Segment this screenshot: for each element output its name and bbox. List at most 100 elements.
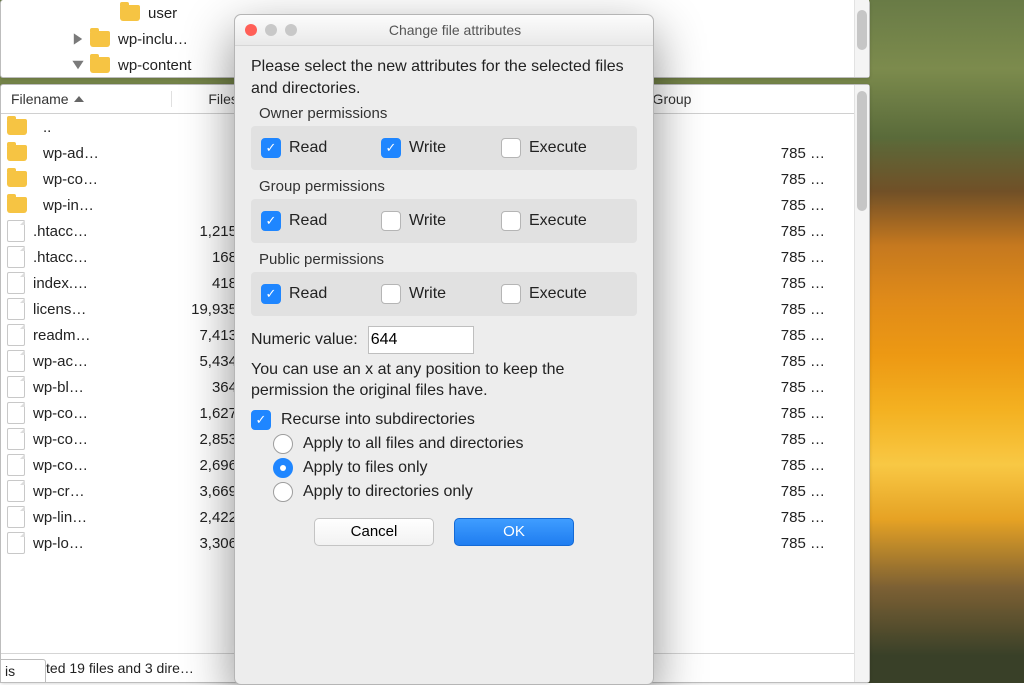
file-name: wp-co… xyxy=(33,405,88,422)
list-scrollbar[interactable] xyxy=(854,85,869,682)
disclosure-right-icon xyxy=(71,32,85,46)
permission-label: Execute xyxy=(529,139,587,157)
ok-button[interactable]: OK xyxy=(454,518,574,546)
file-name: .htacc… xyxy=(33,223,88,240)
numeric-hint: You can use an x at any position to keep… xyxy=(251,360,637,402)
checkbox[interactable] xyxy=(501,138,521,158)
file-name: readm… xyxy=(33,327,91,344)
checkbox[interactable] xyxy=(261,211,281,231)
permission-group: Read Write Execute xyxy=(251,272,637,316)
permission-exec-option[interactable]: Execute xyxy=(501,138,621,158)
recurse-checkbox[interactable] xyxy=(251,410,271,430)
window-minimize-icon xyxy=(265,24,277,36)
apply-option[interactable]: Apply to directories only xyxy=(273,482,637,502)
apply-option[interactable]: Apply to files only xyxy=(273,458,637,478)
radio-button[interactable] xyxy=(273,482,293,502)
file-icon xyxy=(7,220,25,242)
cancel-button[interactable]: Cancel xyxy=(314,518,434,546)
permission-label: Write xyxy=(409,212,446,230)
apply-option[interactable]: Apply to all files and directories xyxy=(273,434,637,454)
checkbox[interactable] xyxy=(501,211,521,231)
checkbox[interactable] xyxy=(381,284,401,304)
file-icon xyxy=(7,298,25,320)
apply-option-label: Apply to files only xyxy=(303,459,428,477)
permission-write-option[interactable]: Write xyxy=(381,284,501,304)
tree-item-label: wp-inclu… xyxy=(118,31,188,48)
file-name: .htacc… xyxy=(33,249,88,266)
numeric-value-input[interactable] xyxy=(368,326,474,354)
file-name: wp-ac… xyxy=(33,353,88,370)
dialog-instruction: Please select the new attributes for the… xyxy=(251,56,637,99)
permission-exec-option[interactable]: Execute xyxy=(501,211,621,231)
recurse-label: Recurse into subdirectories xyxy=(281,411,475,429)
file-name: licens… xyxy=(33,301,86,318)
permission-group: Read Write Execute xyxy=(251,126,637,170)
file-icon xyxy=(7,350,25,372)
folder-icon xyxy=(90,57,110,73)
window-close-icon[interactable] xyxy=(245,24,257,36)
radio-button[interactable] xyxy=(273,458,293,478)
folder-icon xyxy=(90,31,110,47)
file-name: wp-co… xyxy=(33,457,88,474)
folder-icon xyxy=(7,145,27,161)
apply-option-label: Apply to all files and directories xyxy=(303,435,524,453)
file-icon xyxy=(7,480,25,502)
file-name: wp-lo… xyxy=(33,535,84,552)
permission-read-option[interactable]: Read xyxy=(261,138,381,158)
permission-read-option[interactable]: Read xyxy=(261,284,381,304)
permission-label: Execute xyxy=(529,285,587,303)
sort-ascending-icon xyxy=(74,96,84,102)
checkbox[interactable] xyxy=(261,138,281,158)
checkbox[interactable] xyxy=(381,211,401,231)
folder-icon xyxy=(7,119,27,135)
file-icon xyxy=(7,376,25,398)
folder-icon xyxy=(7,197,27,213)
disclosure-down-icon xyxy=(71,58,85,72)
file-icon xyxy=(7,454,25,476)
permission-write-option[interactable]: Write xyxy=(381,138,501,158)
change-attributes-dialog: Change file attributes Please select the… xyxy=(234,14,654,685)
checkbox[interactable] xyxy=(501,284,521,304)
permission-label: Execute xyxy=(529,212,587,230)
window-zoom-icon xyxy=(285,24,297,36)
file-name: wp-ad… xyxy=(43,145,99,162)
file-icon xyxy=(7,506,25,528)
col-owner-group[interactable]: r/Group xyxy=(634,91,855,107)
file-icon xyxy=(7,324,25,346)
permission-group-label: Public permissions xyxy=(259,251,637,268)
permission-group-label: Owner permissions xyxy=(259,105,637,122)
file-name: wp-in… xyxy=(43,197,94,214)
file-name: wp-co… xyxy=(33,431,88,448)
tree-item-label: wp-content xyxy=(118,57,191,74)
permission-label: Read xyxy=(289,139,327,157)
checkbox[interactable] xyxy=(381,138,401,158)
checkbox[interactable] xyxy=(261,284,281,304)
file-icon xyxy=(7,428,25,450)
permission-label: Write xyxy=(409,139,446,157)
numeric-value-label: Numeric value: xyxy=(251,331,358,349)
permission-group: Read Write Execute xyxy=(251,199,637,243)
radio-button[interactable] xyxy=(273,434,293,454)
permission-write-option[interactable]: Write xyxy=(381,211,501,231)
file-name: index.… xyxy=(33,275,88,292)
permission-exec-option[interactable]: Execute xyxy=(501,284,621,304)
bottom-status-fragment: is xyxy=(0,659,46,683)
folder-icon xyxy=(7,171,27,187)
file-name: wp-lin… xyxy=(33,509,87,526)
file-icon xyxy=(7,246,25,268)
apply-option-label: Apply to directories only xyxy=(303,483,473,501)
recurse-checkbox-row[interactable]: Recurse into subdirectories xyxy=(251,410,637,430)
permission-read-option[interactable]: Read xyxy=(261,211,381,231)
file-name: wp-cr… xyxy=(33,483,85,500)
file-name: .. xyxy=(43,119,51,136)
file-icon xyxy=(7,402,25,424)
tree-scrollbar[interactable] xyxy=(854,0,869,77)
tree-item-label: user xyxy=(148,5,177,22)
dialog-titlebar[interactable]: Change file attributes xyxy=(235,15,653,46)
file-name: wp-bl… xyxy=(33,379,84,396)
dialog-title: Change file attributes xyxy=(297,22,613,38)
permission-label: Read xyxy=(289,212,327,230)
col-filename[interactable]: Filename xyxy=(1,91,172,107)
permission-label: Write xyxy=(409,285,446,303)
file-icon xyxy=(7,532,25,554)
